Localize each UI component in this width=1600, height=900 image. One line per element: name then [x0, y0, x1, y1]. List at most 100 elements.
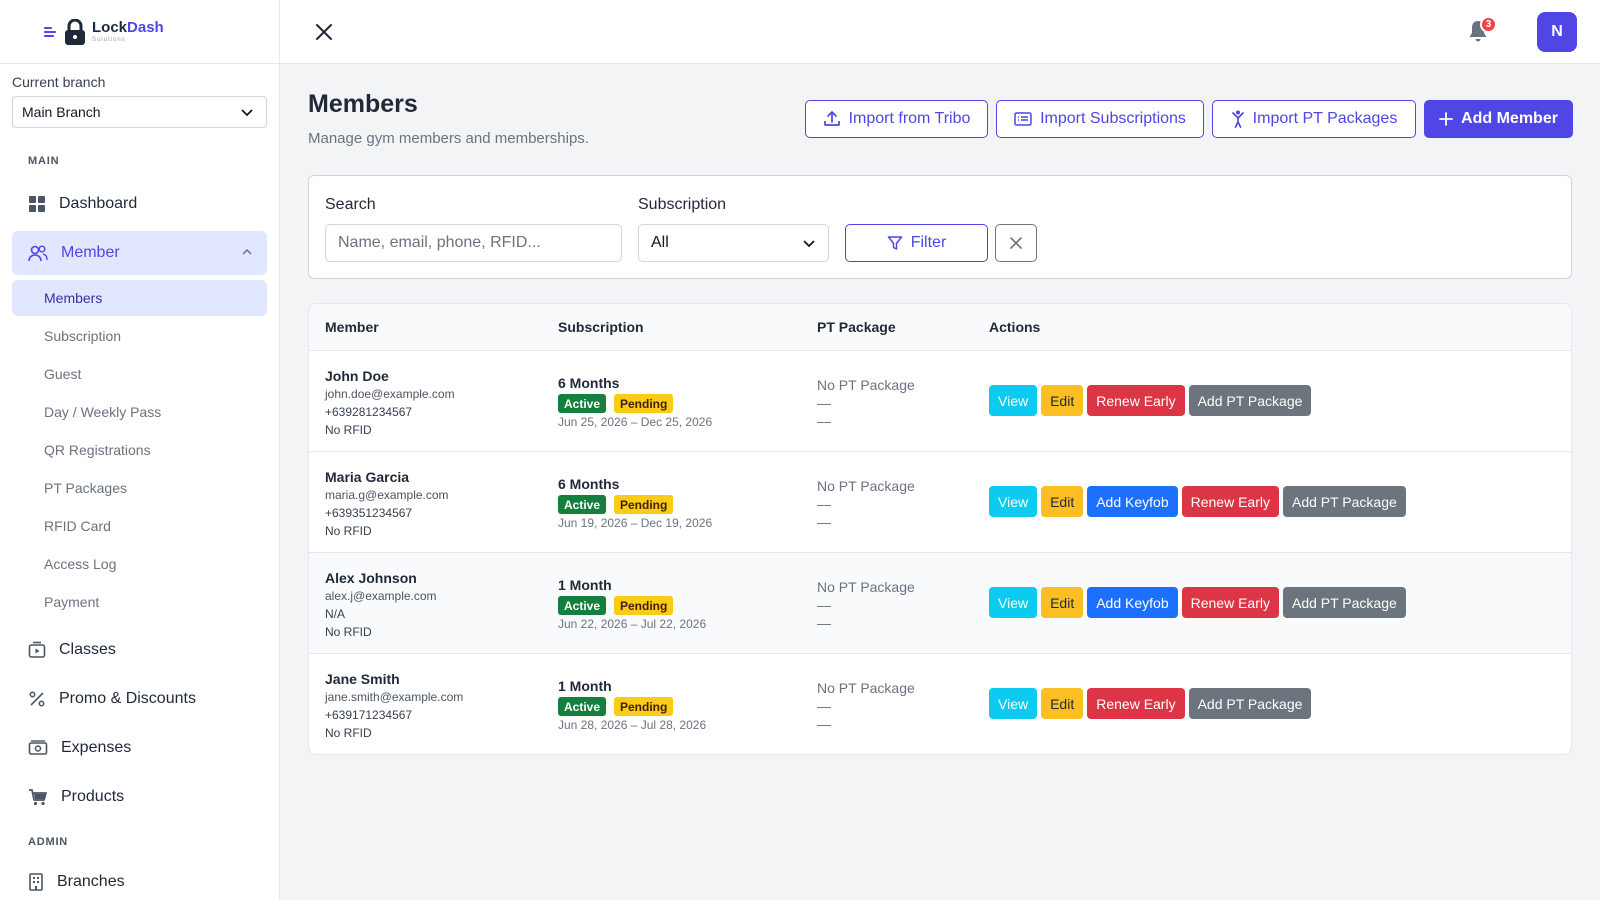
subscription-value: All	[651, 234, 669, 251]
pt-package-detail: —	[817, 514, 831, 530]
member-email: alex.j@example.com	[325, 589, 437, 603]
subscription-plan: 1 Month	[558, 577, 612, 593]
sidebar-item-label: Expenses	[61, 739, 132, 756]
brand-name: LockDash	[92, 19, 164, 36]
sidebar-item-label: Dashboard	[59, 195, 138, 212]
column-header-subscription: Subscription	[558, 319, 644, 335]
sidebar-subitem-qr-registrations[interactable]: QR Registrations	[12, 432, 267, 468]
sidebar-item-products[interactable]: Products	[12, 775, 267, 819]
subscription-date-range: Jun 25, 2026 – Dec 25, 2026	[558, 415, 713, 429]
status-badge-pending: Pending	[614, 697, 674, 716]
add-member-button[interactable]: Add Member	[1424, 100, 1573, 138]
table-header: Member Subscription PT Package Actions	[309, 304, 1571, 351]
pt-package-detail: —	[817, 395, 831, 411]
sidebar-subitem-day-weekly-pass[interactable]: Day / Weekly Pass	[12, 394, 267, 430]
upload-icon	[823, 111, 840, 126]
grid-icon	[29, 196, 45, 212]
lock-logo-icon	[65, 18, 85, 45]
renew-early-button[interactable]: Renew Early	[1181, 587, 1279, 618]
view-button[interactable]: View	[989, 385, 1038, 416]
column-header-actions: Actions	[989, 319, 1041, 335]
sidebar-item-member[interactable]: Member	[12, 231, 267, 275]
column-header-member: Member	[325, 319, 379, 335]
search-label: Search	[325, 196, 376, 213]
member-email: jane.smith@example.com	[325, 690, 464, 704]
table-row: Maria Garcia maria.g@example.com +639351…	[309, 452, 1571, 553]
add-pt-package-button[interactable]: Add PT Package	[1188, 688, 1312, 719]
cart-icon	[29, 789, 47, 806]
building-icon	[29, 873, 43, 891]
add-keyfob-button[interactable]: Add Keyfob	[1087, 486, 1178, 517]
pt-package-detail: —	[817, 698, 831, 714]
sidebar-item-promo[interactable]: Promo & Discounts	[12, 677, 267, 721]
cash-icon	[28, 740, 48, 755]
add-pt-package-button[interactable]: Add PT Package	[1282, 486, 1406, 517]
view-button[interactable]: View	[989, 688, 1038, 719]
sidebar-subitem-rfid-card[interactable]: RFID Card	[12, 508, 267, 544]
member-name: Alex Johnson	[325, 570, 417, 586]
import-subscriptions-button[interactable]: Import Subscriptions	[996, 100, 1204, 138]
add-keyfob-button[interactable]: Add Keyfob	[1087, 587, 1178, 618]
clear-filter-button[interactable]	[995, 224, 1037, 262]
view-button[interactable]: View	[989, 486, 1038, 517]
branch-label: Current branch	[12, 74, 106, 90]
renew-early-button[interactable]: Renew Early	[1087, 385, 1185, 416]
table-row: John Doe john.doe@example.com +639281234…	[309, 351, 1571, 452]
subscription-date-range: Jun 19, 2026 – Dec 19, 2026	[558, 516, 713, 530]
edit-button[interactable]: Edit	[1041, 486, 1084, 517]
sidebar-item-expenses[interactable]: Expenses	[12, 726, 267, 770]
member-phone: N/A	[325, 607, 346, 621]
member-rfid: No RFID	[325, 726, 372, 740]
sidebar-subitem-subscription[interactable]: Subscription	[12, 318, 267, 354]
funnel-icon	[887, 236, 902, 250]
edit-button[interactable]: Edit	[1041, 385, 1084, 416]
sidebar-subitem-guest[interactable]: Guest	[12, 356, 267, 392]
brand[interactable]: LockDash Solutions	[0, 0, 279, 64]
table-row: Jane Smith jane.smith@example.com +63917…	[309, 654, 1571, 754]
add-pt-package-button[interactable]: Add PT Package	[1188, 385, 1312, 416]
member-name: John Doe	[325, 368, 389, 384]
sidebar-item-label: Branches	[57, 873, 125, 890]
edit-button[interactable]: Edit	[1041, 688, 1084, 719]
section-title-admin: ADMIN	[28, 836, 69, 848]
members-table: Member Subscription PT Package Actions J…	[308, 303, 1572, 755]
import-from-tribo-button[interactable]: Import from Tribo	[805, 100, 988, 138]
close-icon[interactable]	[312, 20, 336, 44]
pt-package-detail: —	[817, 597, 831, 613]
view-button[interactable]: View	[989, 587, 1038, 618]
person-arms-up-icon	[1231, 110, 1244, 128]
member-name: Maria Garcia	[325, 469, 410, 485]
sidebar-item-classes[interactable]: Classes	[12, 628, 267, 672]
sidebar-subitem-pt-packages[interactable]: PT Packages	[12, 470, 267, 506]
renew-early-button[interactable]: Renew Early	[1087, 688, 1185, 719]
menu-icon[interactable]	[44, 26, 56, 37]
add-pt-package-button[interactable]: Add PT Package	[1282, 587, 1406, 618]
renew-early-button[interactable]: Renew Early	[1181, 486, 1279, 517]
row-actions: View Edit Renew Early Add PT Package	[989, 385, 1312, 416]
brand-subtitle: Solutions	[92, 37, 126, 43]
sidebar-subitem-payment[interactable]: Payment	[12, 584, 267, 620]
status-badge-pending: Pending	[614, 394, 674, 413]
pt-package-name: No PT Package	[817, 478, 915, 494]
topbar: 3 N	[280, 0, 1600, 64]
sidebar: LockDash Solutions Current branch Main B…	[0, 0, 280, 900]
edit-button[interactable]: Edit	[1041, 587, 1084, 618]
avatar[interactable]: N	[1537, 12, 1577, 52]
sidebar-item-dashboard[interactable]: Dashboard	[12, 182, 267, 226]
page-subtitle: Manage gym members and memberships.	[308, 130, 589, 147]
sidebar-item-branches[interactable]: Branches	[12, 860, 267, 900]
filter-button[interactable]: Filter	[845, 224, 988, 262]
subscription-label: Subscription	[638, 196, 727, 213]
pt-package-name: No PT Package	[817, 680, 915, 696]
sidebar-subitem-members[interactable]: Members	[12, 280, 267, 316]
branch-select[interactable]: Main Branch	[12, 96, 267, 128]
import-pt-packages-button[interactable]: Import PT Packages	[1212, 100, 1416, 138]
member-rfid: No RFID	[325, 524, 372, 538]
status-badge-active: Active	[558, 495, 607, 514]
subscription-select[interactable]: All	[638, 224, 829, 262]
column-header-pt-package: PT Package	[817, 319, 896, 335]
member-phone: +639351234567	[325, 506, 413, 520]
pt-package-name: No PT Package	[817, 377, 915, 393]
search-input[interactable]: Name, email, phone, RFID...	[325, 224, 622, 262]
sidebar-subitem-access-log[interactable]: Access Log	[12, 546, 267, 582]
